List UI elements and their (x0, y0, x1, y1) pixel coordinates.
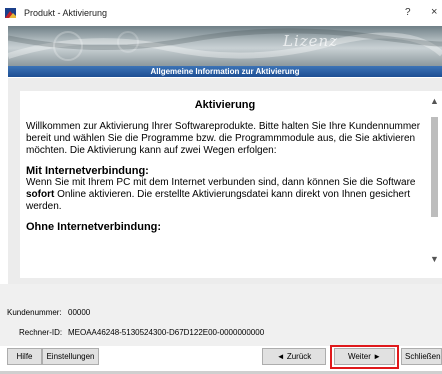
customer-info-area: Kundenummer: 00000 Rechner-ID: MEOAA4624… (0, 284, 442, 346)
online-text-part-2: Online aktivieren. Die erstellte Aktivie… (26, 189, 411, 212)
help-icon[interactable]: ? (405, 7, 411, 18)
back-button[interactable]: ◄ Zurück (262, 348, 326, 365)
window-title: Produkt - Aktivierung (24, 8, 108, 18)
machine-id-value: MEOAA46248-5130524300-D67D122E00-0000000… (68, 328, 265, 337)
online-text-bold: sofort (26, 189, 55, 200)
intro-paragraph: Willkommen zur Aktivierung Ihrer Softwar… (26, 121, 421, 156)
online-heading: Mit Internetverbindung: (26, 165, 149, 177)
banner-brand-text: Lizenz (283, 32, 339, 50)
close-icon[interactable]: × (431, 6, 437, 18)
offline-heading: Ohne Internetverbindung: (26, 221, 162, 233)
vertical-scrollbar[interactable]: ▲ ▼ (427, 91, 442, 278)
scroll-thumb[interactable] (431, 117, 438, 217)
help-button[interactable]: Hilfe (7, 348, 42, 365)
header-banner: Lizenz (8, 26, 442, 66)
settings-button[interactable]: Einstellungen (42, 348, 99, 365)
online-text-part-1: Wenn Sie mit Ihrem PC mit dem Internet v… (26, 177, 416, 188)
app-icon (5, 8, 16, 18)
content-heading: Aktivierung (194, 99, 256, 111)
title-bar: Produkt - Aktivierung ? × (0, 0, 442, 26)
section-header: Allgemeine Information zur Aktivierung (8, 66, 442, 77)
next-button[interactable]: Weiter ► (334, 348, 395, 365)
online-paragraph: Wenn Sie mit Ihrem PC mit dem Internet v… (26, 177, 424, 213)
section-title: Allgemeine Information zur Aktivierung (150, 67, 300, 76)
machine-id-label: Rechner-ID: (19, 328, 63, 337)
customer-number-value: 00000 (68, 308, 91, 317)
scroll-down-icon[interactable]: ▼ (430, 254, 439, 264)
info-text-panel: Aktivierung Willkommen zur Aktivierung I… (20, 91, 429, 278)
customer-number-label: Kundenummer: (7, 308, 62, 317)
scroll-up-icon[interactable]: ▲ (430, 96, 439, 106)
close-button[interactable]: Schließen (401, 348, 442, 365)
